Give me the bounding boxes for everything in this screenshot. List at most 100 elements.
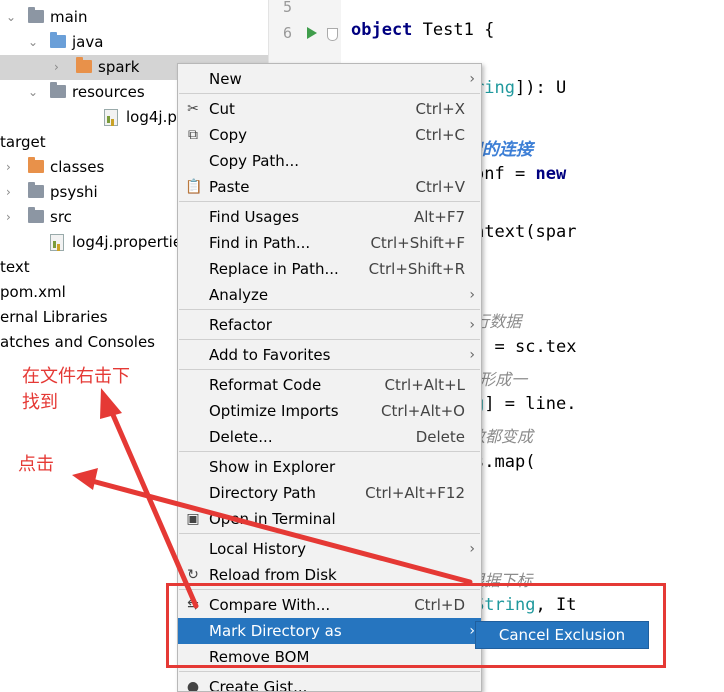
folder-icon [28,157,44,173]
folder-icon [28,7,44,23]
tree-item-label: log4j.properties [72,233,190,251]
menu-item-label: Add to Favorites [209,346,331,364]
menu-item-create-gist[interactable]: ● Create Gist... [178,674,481,691]
menu-separator [179,533,480,534]
code-token: Test1 { [412,20,495,40]
fold-icon[interactable] [327,28,338,41]
tree-item-label: spark [98,58,140,76]
menu-item-reformat-code[interactable]: Reformat Code Ctrl+Alt+L [178,372,481,398]
folder-icon [50,32,66,48]
properties-file-icon [104,109,118,126]
chevron-right-icon[interactable]: › [6,205,18,230]
menu-item-label: Find in Path... [209,234,311,252]
menu-item-label: Copy [209,126,248,144]
package-folder-icon [76,57,92,73]
menu-item-local-history[interactable]: Local History › [178,536,481,562]
tree-item-label: target [0,133,46,151]
menu-separator [179,309,480,310]
menu-item-copy[interactable]: ⧉ Copy Ctrl+C [178,122,481,148]
chevron-down-icon[interactable]: ⌄ [28,80,40,105]
menu-item-label: Replace in Path... [209,260,339,278]
properties-file-icon [50,234,64,251]
tree-item-label: main [50,8,88,26]
menu-separator [179,339,480,340]
chevron-right-icon[interactable]: › [6,155,18,180]
menu-item-analyze[interactable]: Analyze › [178,282,481,308]
menu-item-replace-in-path[interactable]: Replace in Path... Ctrl+Shift+R [178,256,481,282]
chevron-right-icon[interactable]: › [54,55,66,80]
code-line: object Test1 { [351,20,494,40]
menu-item-shortcut: Ctrl+C [415,126,465,144]
menu-item-label: Delete... [209,428,273,446]
chevron-down-icon[interactable]: ⌄ [6,5,18,30]
menu-item-optimize-imports[interactable]: Optimize Imports Ctrl+Alt+O [178,398,481,424]
chevron-right-icon: › [469,71,475,87]
menu-separator [179,93,480,94]
menu-separator [179,201,480,202]
menu-item-shortcut: Alt+F7 [413,208,465,226]
tree-item-label: atches and Consoles [0,333,155,351]
paste-icon: 📋 [185,179,203,195]
chevron-right-icon: › [469,287,475,303]
menu-item-shortcut: Ctrl+Shift+F [370,234,465,252]
menu-item-paste[interactable]: 📋 Paste Ctrl+V [178,174,481,200]
menu-item-shortcut: Ctrl+Alt+O [381,402,465,420]
menu-item-copy-path[interactable]: Copy Path... [178,148,481,174]
menu-item-shortcut: Ctrl+Alt+F12 [365,484,465,502]
code-token: ] = sc.tex [474,337,577,357]
tree-item[interactable]: ⌄ main [0,5,268,30]
menu-item-label: Directory Path [209,484,316,502]
tree-item[interactable]: ⌄ java [0,30,268,55]
run-gutter-icon[interactable] [307,27,317,39]
menu-item-add-to-favorites[interactable]: Add to Favorites › [178,342,481,368]
menu-item-new[interactable]: New › [178,66,481,92]
menu-separator [179,369,480,370]
tree-item-label: src [50,208,72,226]
chevron-right-icon: › [469,541,475,557]
tree-item-label: psyshi [50,183,98,201]
tree-item-label: resources [72,83,145,101]
tree-item-label: ernal Libraries [0,308,108,326]
menu-item-find-usages[interactable]: Find Usages Alt+F7 [178,204,481,230]
menu-item-label: Refactor [209,316,272,334]
menu-item-label: Show in Explorer [209,458,336,476]
code-token: ] = line. [484,394,577,414]
menu-item-label: Copy Path... [209,152,300,170]
annotation-note-click: 点击 [18,454,54,475]
menu-item-shortcut: Ctrl+V [415,178,465,196]
tree-item-label: pom.xml [0,283,66,301]
menu-item-open-in-terminal[interactable]: ▣ Open in Terminal [178,506,481,532]
menu-item-directory-path[interactable]: Directory Path Ctrl+Alt+F12 [178,480,481,506]
chevron-right-icon[interactable]: › [6,180,18,205]
annotation-note-right-click: 在文件右击下 找到 [22,366,130,413]
menu-item-label: Local History [209,540,307,558]
menu-item-label: Paste [209,178,250,196]
tree-item-label: text [0,258,30,276]
chevron-down-icon[interactable]: ⌄ [28,30,40,55]
menu-item-label: Find Usages [209,208,300,226]
folder-icon [28,182,44,198]
reload-icon: ↻ [187,567,199,583]
menu-item-delete[interactable]: Delete... Delete [178,424,481,450]
menu-item-label: Open in Terminal [209,510,336,528]
menu-separator [179,451,480,452]
code-token: new [535,164,567,184]
menu-item-refactor[interactable]: Refactor › [178,312,481,338]
menu-item-cut[interactable]: ✂ Cut Ctrl+X [178,96,481,122]
menu-item-label: Cut [209,100,235,118]
resources-folder-icon [50,82,66,98]
menu-item-label: Analyze [209,286,269,304]
menu-separator [179,671,480,672]
menu-item-label: New [209,70,242,88]
menu-item-label: Reformat Code [209,376,322,394]
menu-item-shortcut: Ctrl+Shift+R [368,260,465,278]
code-token: object [351,20,413,40]
tree-item-label: classes [50,158,105,176]
chevron-right-icon: › [469,347,475,363]
menu-item-shortcut: Delete [415,428,465,446]
chevron-right-icon: › [469,317,475,333]
line-number: 6 [283,24,293,42]
menu-item-find-in-path[interactable]: Find in Path... Ctrl+Shift+F [178,230,481,256]
menu-item-show-in-explorer[interactable]: Show in Explorer [178,454,481,480]
annotation-highlight-box [166,583,666,668]
